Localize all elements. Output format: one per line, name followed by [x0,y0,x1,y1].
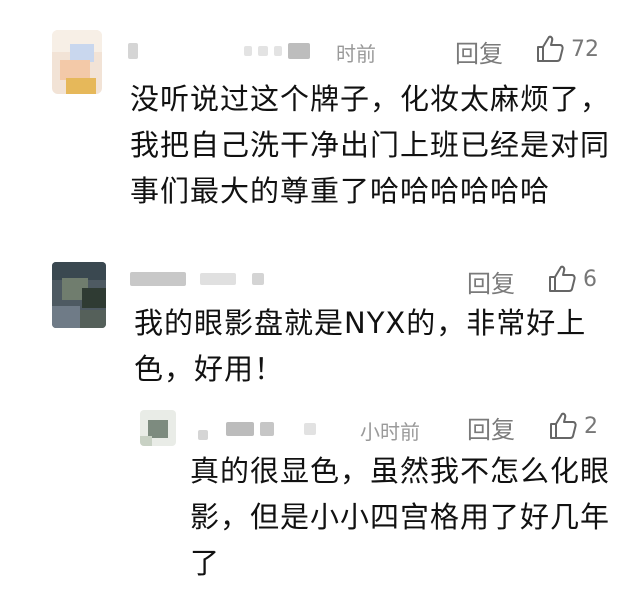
comment-text: 真的很显色，虽然我不怎么化眼 影，但是小小四宫格用了好几年 了 [190,454,611,580]
timestamp: 时前 [336,42,376,66]
thumbs-up-icon [548,411,578,441]
like-count: 72 [571,36,599,62]
like-button[interactable]: 72 [535,32,599,66]
reply-button[interactable]: 回复 [455,34,503,69]
username-blurred[interactable] [130,264,270,294]
timestamp: 小时前 [360,420,420,444]
like-button[interactable]: 2 [548,409,598,443]
comment-text: 我的眼影盘就是NYX的，非常好上 色，好用！ [134,306,587,386]
username-blurred[interactable] [128,36,316,66]
like-count: 6 [583,266,597,292]
username-blurred[interactable] [198,414,322,444]
thumbs-up-icon [535,34,565,64]
reply-button[interactable]: 回复 [467,410,515,445]
thumbs-up-icon [547,264,577,294]
avatar[interactable] [52,30,102,94]
avatar[interactable] [52,262,106,328]
comment-text: 没听说过这个牌子，化妆太麻烦了， 我把自己洗干净出门上班已经是对同 事们最大的尊… [130,82,611,208]
avatar[interactable] [140,410,176,446]
reply-button[interactable]: 回复 [467,264,515,299]
like-button[interactable]: 6 [547,262,597,296]
like-count: 2 [584,413,598,439]
